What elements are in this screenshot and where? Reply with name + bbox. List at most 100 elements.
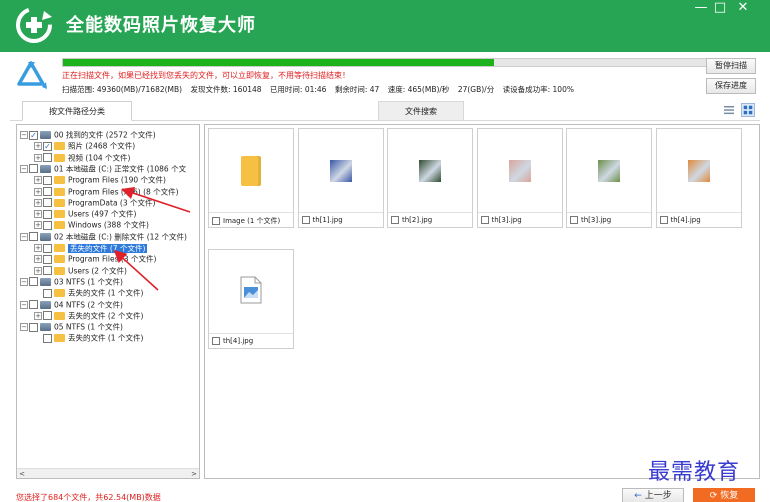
scroll-right-icon[interactable]: > — [189, 469, 199, 478]
expand-icon[interactable]: + — [34, 255, 42, 264]
tree-checkbox[interactable]: ✓ — [43, 141, 52, 151]
tab-file-search[interactable]: 文件搜索 — [378, 101, 464, 121]
expand-icon[interactable]: + — [34, 176, 42, 185]
tree-node-label: 01 本地磁盘 (C:) 正常文件 (1086 个文 — [54, 164, 187, 174]
thumbnail-checkbox[interactable] — [480, 216, 489, 224]
tree-node-folder[interactable]: + Program Files (3 个文件) — [34, 253, 156, 264]
tree-node-folder[interactable]: + Program Files (190 个文件) — [34, 174, 166, 185]
expand-icon[interactable]: + — [34, 187, 42, 196]
collapse-icon[interactable]: − — [20, 323, 28, 332]
file-thumbnail[interactable]: Image (1 个文件) — [208, 128, 294, 228]
tab-by-path[interactable]: 按文件路径分类 — [22, 101, 132, 121]
expand-icon[interactable]: + — [34, 142, 42, 151]
tree-node-drive[interactable]: − 01 本地磁盘 (C:) 正常文件 (1086 个文 — [20, 163, 186, 174]
file-thumbnail[interactable]: th[4].jpg — [655, 128, 742, 228]
tree-checkbox[interactable]: ✓ — [29, 130, 38, 140]
expand-icon[interactable]: + — [34, 311, 42, 320]
tree-node-drive[interactable]: − 03 NTFS (1 个文件) — [20, 276, 123, 287]
expand-icon[interactable]: + — [34, 244, 42, 252]
tree-node-folder[interactable]: 丢失的文件 (1 个文件) — [34, 332, 143, 343]
expand-icon[interactable]: + — [34, 221, 42, 230]
tree-node-label: 丢失的文件 (1 个文件) — [68, 288, 144, 298]
tree-checkbox[interactable] — [43, 288, 52, 298]
maximize-button[interactable]: □ — [711, 0, 729, 15]
thumbnail-preview — [298, 129, 383, 213]
tree-node-folder[interactable]: + ProgramData (3 个文件) — [34, 197, 155, 208]
tree-node-folder[interactable]: + Windows (388 个文件) — [34, 219, 149, 230]
thumbnail-preview — [477, 129, 562, 213]
drive-icon — [40, 277, 51, 286]
tree-node-folder[interactable]: + ✓ 照片 (2468 个文件) — [34, 140, 135, 151]
tree-checkbox[interactable] — [43, 311, 52, 321]
file-thumbnail[interactable]: th[4].jpg — [208, 249, 294, 349]
folder-icon — [54, 311, 65, 320]
scan-status-panel: 正在扫描文件，如果已经找到您丢失的文件，可以立即恢复，不用等待扫描结束！ 扫描范… — [10, 55, 760, 100]
tree-node-folder[interactable]: + Users (2 个文件) — [34, 265, 127, 276]
recycle-icon — [17, 61, 47, 89]
tree-horizontal-scrollbar[interactable]: < > — [17, 468, 199, 478]
tree-checkbox[interactable] — [43, 220, 52, 230]
image-file-icon — [240, 276, 262, 304]
tree-checkbox[interactable] — [43, 254, 52, 264]
tree-node-folder[interactable]: + Users (497 个文件) — [34, 208, 136, 219]
collapse-icon[interactable]: − — [20, 131, 28, 139]
save-progress-button[interactable]: 保存进度 — [706, 78, 756, 94]
expand-icon[interactable]: + — [34, 198, 42, 207]
folder-icon — [54, 176, 65, 185]
expand-icon[interactable]: + — [34, 153, 42, 162]
scroll-left-icon[interactable]: < — [17, 469, 27, 478]
thumbnail-preview — [656, 129, 741, 213]
tree-checkbox[interactable] — [29, 322, 38, 332]
scan-range: 扫描范围: 49360(MB)/71682(MB) — [62, 85, 183, 94]
tree-node-drive[interactable]: − 05 NTFS (1 个文件) — [20, 321, 123, 332]
file-thumbnail[interactable]: th[3].jpg — [476, 128, 563, 228]
thumbnail-checkbox[interactable] — [301, 216, 310, 224]
expand-icon[interactable]: + — [34, 210, 42, 219]
folder-tree[interactable]: − ✓ 00 找到的文件 (2572 个文件) + ✓ 照片 (2468 个文件) + 视频 … — [16, 124, 200, 479]
collapse-icon[interactable]: − — [20, 164, 28, 173]
tree-node-folder[interactable]: 丢失的文件 (1 个文件) — [34, 287, 143, 298]
file-thumbnail[interactable]: th[2].jpg — [387, 128, 473, 228]
list-view-icon[interactable] — [722, 103, 736, 117]
collapse-icon[interactable]: − — [20, 232, 28, 241]
folder-icon — [54, 266, 65, 275]
file-thumbnail[interactable]: th[3].jpg — [566, 128, 652, 228]
tree-checkbox[interactable] — [29, 232, 38, 242]
tree-node-drive[interactable]: − ✓ 00 找到的文件 (2572 个文件) — [20, 129, 156, 140]
scan-progress-fill — [63, 59, 494, 66]
file-thumbnail[interactable]: th[1].jpg — [297, 128, 384, 228]
tree-node-folder[interactable]: + Program Files (x86) (8 个文件) — [34, 186, 179, 197]
pause-scan-button[interactable]: 暂停扫描 — [706, 58, 756, 74]
tree-checkbox[interactable] — [29, 164, 38, 174]
thumbnail-checkbox[interactable] — [212, 217, 220, 225]
thumbnail-checkbox[interactable] — [212, 337, 220, 345]
tree-checkbox[interactable] — [43, 175, 52, 185]
thumbnail-checkbox[interactable] — [570, 216, 578, 224]
close-button[interactable]: ✕ — [734, 0, 752, 15]
grid-view-icon[interactable] — [741, 103, 755, 117]
previous-step-button[interactable]: ← 上一步 — [622, 488, 684, 502]
tree-checkbox[interactable] — [43, 198, 52, 208]
tree-node-folder[interactable]: + 丢失的文件 (7 个文件) — [34, 242, 148, 253]
tree-node-drive[interactable]: − 04 NTFS (2 个文件) — [20, 299, 123, 310]
minimize-button[interactable]: — — [692, 0, 710, 15]
thumbnail-checkbox[interactable] — [391, 216, 399, 224]
expand-icon[interactable]: + — [34, 266, 42, 275]
tree-checkbox[interactable] — [43, 243, 52, 253]
tree-node-drive[interactable]: − 02 本地磁盘 (C:) 删除文件 (12 个文件) — [20, 231, 187, 242]
thumbnail-checkbox[interactable] — [659, 216, 668, 224]
back-arrow-icon: ← — [634, 491, 642, 501]
tree-checkbox[interactable] — [43, 187, 52, 196]
photo-icon — [419, 160, 441, 182]
collapse-icon[interactable]: − — [20, 277, 28, 286]
tree-node-folder[interactable]: + 丢失的文件 (2 个文件) — [34, 310, 143, 321]
collapse-icon[interactable]: − — [20, 300, 28, 309]
tree-checkbox[interactable] — [43, 153, 52, 163]
tree-node-folder[interactable]: + 视频 (104 个文件) — [34, 152, 130, 163]
tree-checkbox[interactable] — [43, 209, 52, 219]
tree-checkbox[interactable] — [29, 300, 38, 309]
tree-checkbox[interactable] — [43, 266, 52, 276]
tree-checkbox[interactable] — [43, 333, 52, 343]
recover-button[interactable]: ⟳ 恢复 — [693, 488, 755, 502]
tree-checkbox[interactable] — [29, 277, 38, 287]
